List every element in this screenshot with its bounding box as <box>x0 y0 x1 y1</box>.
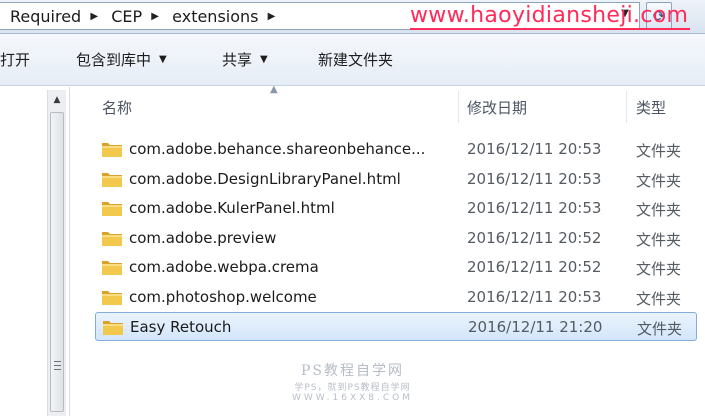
column-header-name[interactable]: 名称 <box>102 97 132 118</box>
folder-icon <box>102 231 122 246</box>
breadcrumb-required[interactable]: Required <box>0 7 87 26</box>
file-row[interactable]: com.adobe.webpa.crema 2016/12/11 20:52 文… <box>95 253 705 282</box>
file-row-selected[interactable]: Easy Retouch 2016/12/11 21:20 文件夹 <box>95 312 697 341</box>
address-bar: Required ▶ CEP ▶ extensions ▶ ▼ ⟳ www.ha… <box>0 0 705 34</box>
sort-ascending-icon: ▲ <box>270 84 278 95</box>
chevron-down-icon: ▼ <box>260 54 268 65</box>
watermark-title: PS教程自学网 <box>300 363 404 379</box>
folder-icon <box>102 143 122 157</box>
file-name: com.adobe.KulerPanel.html <box>129 199 335 217</box>
new-folder-label: 新建文件夹 <box>318 51 394 69</box>
file-name: com.adobe.preview <box>129 228 277 247</box>
file-type: 文件夹 <box>636 201 682 219</box>
watermark-url-underline <box>410 28 690 30</box>
file-date: 2016/12/11 20:53 <box>467 169 602 188</box>
file-type: 文件夹 <box>636 230 682 249</box>
column-divider[interactable] <box>626 91 627 123</box>
file-date: 2016/12/11 20:53 <box>467 199 602 217</box>
breadcrumb-extensions[interactable]: extensions <box>162 7 264 26</box>
column-divider[interactable] <box>458 91 459 123</box>
include-in-library-button[interactable]: 包含到库中 ▼ <box>76 49 167 70</box>
file-date: 2016/12/11 20:53 <box>467 287 602 306</box>
share-button[interactable]: 共享 ▼ <box>222 49 268 70</box>
file-name: com.adobe.DesignLibraryPanel.html <box>129 169 401 188</box>
breadcrumb-separator-icon[interactable]: ▶ <box>148 11 162 22</box>
file-row[interactable]: com.adobe.DesignLibraryPanel.html 2016/1… <box>95 165 705 194</box>
watermark-subtitle: 学PS，就到PS教程自学网 <box>294 383 411 393</box>
file-type: 文件夹 <box>637 320 683 338</box>
file-type: 文件夹 <box>636 171 682 190</box>
chevron-down-icon: ▼ <box>159 54 167 65</box>
folder-icon <box>102 290 122 305</box>
column-header-type[interactable]: 类型 <box>636 97 666 118</box>
file-row[interactable]: com.photoshop.welcome 2016/12/11 20:53 文… <box>95 283 705 312</box>
file-name: com.adobe.webpa.crema <box>129 258 319 276</box>
folder-icon <box>102 202 122 216</box>
file-type: 文件夹 <box>636 260 682 278</box>
file-name: com.photoshop.welcome <box>129 287 317 306</box>
file-type: 文件夹 <box>636 142 682 160</box>
column-headers: ▲ 名称 修改日期 类型 <box>90 84 705 125</box>
file-type: 文件夹 <box>636 289 682 308</box>
file-row[interactable]: com.adobe.behance.shareonbehance... 2016… <box>95 135 705 164</box>
folder-icon <box>102 172 122 187</box>
file-row[interactable]: com.adobe.preview 2016/12/11 20:52 文件夹 <box>95 224 705 253</box>
folder-icon <box>102 261 122 275</box>
file-name: com.adobe.behance.shareonbehance... <box>129 140 426 158</box>
breadcrumb-cep[interactable]: CEP <box>101 7 148 26</box>
watermark-url: www.haoyidiansheji.com <box>410 3 689 28</box>
breadcrumb-separator-icon[interactable]: ▶ <box>87 11 101 22</box>
file-date: 2016/12/11 20:52 <box>467 228 602 247</box>
file-date: 2016/12/11 20:53 <box>467 140 602 158</box>
open-button[interactable]: 打开 <box>0 49 30 70</box>
include-in-library-label: 包含到库中 <box>76 51 152 69</box>
file-date: 2016/12/11 20:52 <box>467 258 602 276</box>
new-folder-button[interactable]: 新建文件夹 <box>318 49 393 70</box>
watermark-site: WWW.16XX8.COM <box>291 393 414 403</box>
scroll-up-arrow-icon[interactable]: ▲ <box>48 92 66 108</box>
breadcrumb-separator-icon[interactable]: ▶ <box>265 11 279 22</box>
folder-icon <box>103 321 123 335</box>
open-button-label: 打开 <box>0 51 31 69</box>
column-header-modified[interactable]: 修改日期 <box>467 97 527 118</box>
file-name: Easy Retouch <box>130 318 232 336</box>
file-date: 2016/12/11 21:20 <box>468 318 603 336</box>
share-button-label: 共享 <box>222 51 253 69</box>
file-row[interactable]: com.adobe.KulerPanel.html 2016/12/11 20:… <box>95 194 705 223</box>
command-bar: 打开 包含到库中 ▼ 共享 ▼ 新建文件夹 <box>0 34 705 86</box>
